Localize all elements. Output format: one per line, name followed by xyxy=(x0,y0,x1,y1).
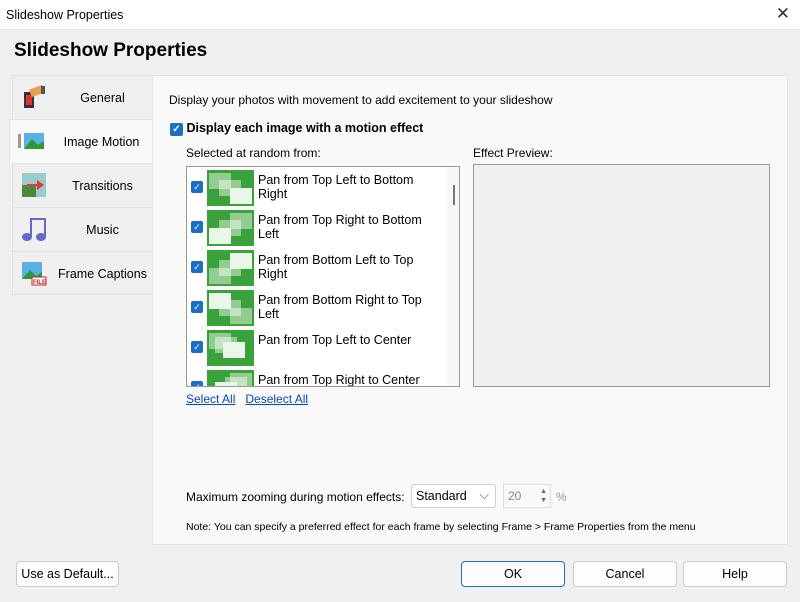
list-label: Selected at random from: xyxy=(186,146,321,160)
checkbox-checked-icon[interactable]: ✓ xyxy=(191,381,203,386)
film-icon xyxy=(24,84,45,108)
deselect-all-link[interactable]: Deselect All xyxy=(245,392,308,406)
zoom-unit: % xyxy=(556,490,567,504)
image-motion-panel: Display your photos with movement to add… xyxy=(152,75,788,545)
music-note-icon xyxy=(22,218,46,241)
page-title: Slideshow Properties xyxy=(14,40,208,61)
list-item[interactable]: ✓ Pan from Top Right to Center xyxy=(187,368,445,387)
motion-thumbnail xyxy=(207,370,254,386)
list-item[interactable]: ✓ Pan from Top Left to Center xyxy=(187,328,445,368)
svg-text:FILE: FILE xyxy=(33,280,46,286)
thumb-frame xyxy=(230,188,252,204)
zoom-select[interactable]: Standard ⌵ xyxy=(411,484,496,508)
tab-transitions[interactable]: Transitions xyxy=(12,163,153,207)
tab-label: Frame Captions xyxy=(58,267,147,281)
checkbox-checked-icon[interactable]: ✓ xyxy=(170,123,183,136)
motion-thumbnail xyxy=(207,250,254,286)
list-item[interactable]: ✓ Pan from Top Right to Bottom Left xyxy=(187,208,445,248)
landscape-icon xyxy=(18,133,44,149)
scrollbar-thumb[interactable] xyxy=(453,185,455,205)
tab-music[interactable]: Music xyxy=(12,207,153,251)
effect-label: Pan from Top Right to Bottom Left xyxy=(258,213,422,241)
effect-label: Pan from Top Left to Bottom Right xyxy=(258,173,414,201)
title-bar: Slideshow Properties ✕ xyxy=(0,0,800,30)
list-item[interactable]: ✓ Pan from Top Left to Bottom Right xyxy=(187,168,445,208)
checkbox-checked-icon[interactable]: ✓ xyxy=(191,301,203,313)
effect-label: Pan from Top Left to Center xyxy=(258,333,412,347)
effects-list[interactable]: ✓ Pan from Top Left to Bottom Right ✓ Pan f… xyxy=(186,166,460,387)
tab-image-motion[interactable]: Image Motion xyxy=(9,119,153,163)
list-item[interactable]: ✓ Pan from Bottom Right to Top Left xyxy=(187,288,445,328)
tab-frame-captions[interactable]: FILE Frame Captions xyxy=(12,251,153,295)
window-title: Slideshow Properties xyxy=(6,8,124,22)
thumb-frame xyxy=(215,382,237,386)
effect-label: Pan from Bottom Right to Top Left xyxy=(258,293,422,321)
checkbox-checked-icon[interactable]: ✓ xyxy=(191,181,203,193)
effect-label: Pan from Top Right to Center xyxy=(258,373,420,387)
tab-general[interactable]: General xyxy=(12,75,153,119)
list-item[interactable]: ✓ Pan from Bottom Left to Top Right xyxy=(187,248,445,288)
cancel-button[interactable]: Cancel xyxy=(573,561,677,587)
checkbox-checked-icon[interactable]: ✓ xyxy=(191,261,203,273)
zoom-value: 20 xyxy=(508,489,522,503)
motion-checkbox-label: Display each image with a motion effect xyxy=(186,121,424,135)
close-icon[interactable]: ✕ xyxy=(776,4,790,24)
tab-label: Music xyxy=(86,223,119,237)
spinner-arrows-icon: ▲ ▼ xyxy=(540,488,547,504)
thumb-frame xyxy=(230,253,252,269)
motion-thumbnail xyxy=(207,170,254,206)
zoom-label: Maximum zooming during motion effects: xyxy=(186,490,405,504)
tab-list: General Image Motion Transitions Music F… xyxy=(9,75,153,295)
zoom-select-value: Standard xyxy=(416,489,467,503)
thumb-frame xyxy=(209,293,231,309)
transition-icon xyxy=(22,173,46,197)
motion-thumbnail xyxy=(207,330,254,366)
effect-preview xyxy=(473,164,770,387)
effect-label: Pan from Bottom Left to Top Right xyxy=(258,253,414,281)
preview-label: Effect Preview: xyxy=(473,146,553,160)
checkbox-checked-icon[interactable]: ✓ xyxy=(191,341,203,353)
tab-label: Image Motion xyxy=(63,135,140,149)
checkbox-checked-icon[interactable]: ✓ xyxy=(191,221,203,233)
thumb-frame xyxy=(223,342,245,358)
motion-thumbnail xyxy=(207,210,254,246)
chevron-down-icon: ⌵ xyxy=(479,488,489,502)
help-button[interactable]: Help xyxy=(683,561,787,587)
tab-label: General xyxy=(80,91,125,105)
thumb-frame xyxy=(209,228,231,244)
note: Note: You can specify a preferred effect… xyxy=(186,521,696,533)
description: Display your photos with movement to add… xyxy=(169,93,553,107)
motion-checkbox[interactable]: ✓ Display each image with a motion effec… xyxy=(170,121,423,136)
use-as-default-button[interactable]: Use as Default... xyxy=(16,561,119,587)
select-all-link[interactable]: Select All xyxy=(186,392,235,406)
motion-thumbnail xyxy=(207,290,254,326)
zoom-value-spinner: 20 ▲ ▼ xyxy=(503,484,551,508)
caption-file-icon: FILE xyxy=(22,262,47,286)
ok-button[interactable]: OK xyxy=(461,561,565,587)
tab-label: Transitions xyxy=(72,179,133,193)
scrollbar[interactable] xyxy=(447,167,459,386)
